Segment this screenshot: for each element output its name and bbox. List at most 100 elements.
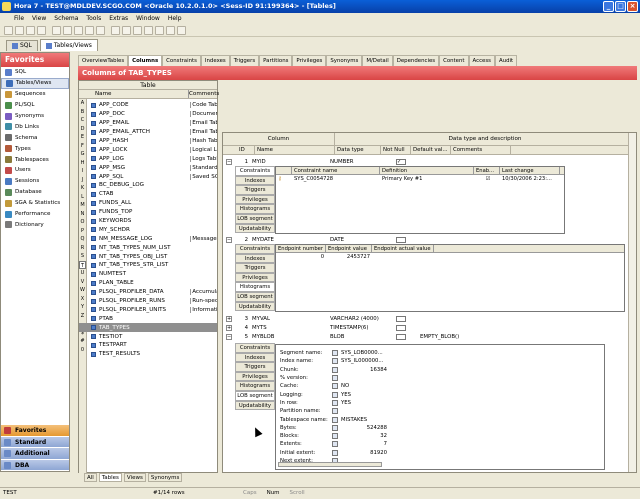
constraints-header[interactable]: Definition xyxy=(380,167,474,174)
horizontal-scrollbar[interactable] xyxy=(278,462,382,467)
table-row[interactable]: PLSQL_PROFILER_UNITS Information xyxy=(79,305,217,314)
tab-columns[interactable]: Columns xyxy=(128,55,163,66)
detail-tab-indexes[interactable]: Indexes xyxy=(235,253,275,264)
table-row[interactable]: TESTIOT xyxy=(79,332,217,341)
not-null-checkbox[interactable] xyxy=(396,236,406,243)
dropdown-icon[interactable] xyxy=(332,358,338,365)
dropdown-icon[interactable] xyxy=(332,399,338,406)
sidebar-item-users[interactable]: Users xyxy=(1,165,69,176)
dropdown-icon[interactable] xyxy=(332,383,338,390)
tab-indexes[interactable]: Indexes xyxy=(200,55,230,66)
menu-item-schema[interactable]: Schema xyxy=(54,15,78,22)
toolbar-button[interactable] xyxy=(52,25,61,35)
detail-tab-triggers[interactable]: Triggers xyxy=(235,263,275,273)
tab-m-detail[interactable]: M/Detail xyxy=(362,55,393,66)
name-column-header[interactable]: Name xyxy=(95,90,188,98)
not-null-checkbox[interactable] xyxy=(396,324,406,331)
table-row[interactable]: PLSQL_PROFILER_RUNS Run-specif xyxy=(79,297,217,306)
toolbar-button[interactable] xyxy=(96,25,105,35)
dropdown-icon[interactable] xyxy=(332,366,338,373)
filter-tab-views[interactable]: Views xyxy=(123,472,146,482)
dropdown-icon[interactable] xyxy=(332,416,338,423)
toolbar-button[interactable] xyxy=(144,25,153,35)
tab-content[interactable]: Content xyxy=(439,55,469,66)
table-row[interactable]: NT_TAB_TYPES_OBJ_LIST xyxy=(79,252,217,261)
table-row[interactable]: NUMTEST xyxy=(79,270,217,279)
menu-item-extras[interactable]: Extras xyxy=(109,15,128,22)
sidebar-item-db-links[interactable]: Db Links xyxy=(1,121,69,132)
detail-tab-constraints[interactable]: Constraints xyxy=(235,166,275,176)
sidebar-group-favorites[interactable]: Favorites xyxy=(1,424,69,436)
tab-dependencies[interactable]: Dependencies xyxy=(392,55,440,66)
grid-header-data-type[interactable]: Data type xyxy=(335,146,381,154)
table-row[interactable]: APP_LOG Logs Table xyxy=(79,154,217,163)
detail-tab-privileges[interactable]: Privileges xyxy=(235,272,275,283)
detail-tab-histograms[interactable]: Histograms xyxy=(235,204,275,214)
column-row[interactable]: −5 MYBLOB BLOB EMPTY_BLOB() xyxy=(223,332,523,341)
detail-tab-constraints[interactable]: Constraints xyxy=(235,343,275,353)
table-row[interactable]: APP_EMAIL Email Table xyxy=(79,119,217,128)
filter-tab-all[interactable]: All xyxy=(84,472,97,482)
table-row[interactable]: NT_TAB_TYPES_STR_LIST xyxy=(79,261,217,270)
enabled-checkbox[interactable]: ☑ xyxy=(474,175,500,183)
table-row[interactable]: APP_EMAIL_ATTCH Email Table xyxy=(79,128,217,137)
grid-header-not-null[interactable]: Not Null xyxy=(381,146,411,154)
table-row[interactable]: APP_DOC Document xyxy=(79,110,217,119)
menu-item-view[interactable]: View xyxy=(32,15,46,22)
sidebar-item-pl-sql[interactable]: PL/SQL xyxy=(1,100,69,111)
table-row[interactable]: CTAB xyxy=(79,190,217,199)
sidebar-item-sequences[interactable]: Sequences xyxy=(1,89,69,100)
grid-header-id[interactable]: ID xyxy=(237,146,255,154)
table-row[interactable]: APP_HASH Hash Table xyxy=(79,137,217,146)
not-null-checkbox[interactable]: ✓ xyxy=(396,158,406,165)
sidebar-item-sql[interactable]: SQL xyxy=(1,67,69,78)
doc-tab-sql[interactable]: SQL xyxy=(6,40,38,51)
sidebar-item-types[interactable]: Types xyxy=(1,143,69,154)
menu-item-window[interactable]: Window xyxy=(136,15,160,22)
detail-tab-constraints[interactable]: Constraints xyxy=(235,244,275,254)
detail-tab-histograms[interactable]: Histograms xyxy=(235,381,275,391)
grid-header-default-val-[interactable]: Default val... xyxy=(411,146,451,154)
constraints-row[interactable]: ⚷ SYS_C0054728 Primary Key #1 ☑ 10/30/2006 2… xyxy=(276,175,564,183)
toolbar-button[interactable] xyxy=(74,25,83,35)
histogram-header[interactable]: Endpoint actual value xyxy=(372,245,434,252)
tab-constraints[interactable]: Constraints xyxy=(162,55,201,66)
table-row[interactable]: TEST_RESULTS xyxy=(79,350,217,359)
detail-tab-indexes[interactable]: Indexes xyxy=(235,175,275,186)
table-row[interactable]: FUNDS_TOP xyxy=(79,208,217,217)
menu-item-file[interactable]: File xyxy=(14,15,24,22)
detail-tab-histograms[interactable]: Histograms xyxy=(235,282,275,292)
dropdown-icon[interactable] xyxy=(332,350,338,357)
tab-partitions[interactable]: Partitions xyxy=(259,55,293,66)
table-row[interactable]: APP_MSG Standard M xyxy=(79,163,217,172)
table-row[interactable]: MY_SCHDR xyxy=(79,225,217,234)
toolbar-button[interactable] xyxy=(4,25,13,35)
tab-privileges[interactable]: Privileges xyxy=(292,55,327,66)
sidebar-group-dba[interactable]: DBA xyxy=(1,458,69,470)
detail-tab-lob-segment[interactable]: LOB segment xyxy=(235,291,275,302)
column-row[interactable]: +3 MYVAL VARCHAR2 (4000) xyxy=(223,314,523,323)
table-row[interactable]: NM_MESSAGE_LOG Message L xyxy=(79,234,217,243)
detail-tab-lob-segment[interactable]: LOB segment xyxy=(235,213,275,224)
tab-overviewtables[interactable]: OverviewTables xyxy=(78,55,129,66)
column-row[interactable]: +4 MYTS TIMESTAMP(6) xyxy=(223,323,523,332)
dropdown-icon[interactable] xyxy=(332,441,338,448)
table-row[interactable]: FUNDS_ALL xyxy=(79,199,217,208)
close-icon[interactable]: × xyxy=(627,1,638,12)
toolbar-button[interactable] xyxy=(37,25,46,35)
sidebar-item-schema[interactable]: Schema xyxy=(1,132,69,143)
toolbar-button[interactable] xyxy=(63,25,72,35)
toolbar-button[interactable] xyxy=(26,25,35,35)
column-row[interactable]: −1 MYID NUMBER ✓ xyxy=(223,157,523,166)
histogram-header[interactable]: Endpoint number xyxy=(276,245,326,252)
constraints-header[interactable]: Constraint name xyxy=(292,167,380,174)
detail-tab-updatability[interactable]: Updatability xyxy=(235,223,275,234)
sidebar-group-additional[interactable]: Additional xyxy=(1,447,69,459)
detail-tab-privileges[interactable]: Privileges xyxy=(235,371,275,382)
maximize-icon[interactable]: □ xyxy=(615,1,626,12)
tab-audit[interactable]: Audit xyxy=(495,55,518,66)
menu-item-tools[interactable]: Tools xyxy=(86,15,101,22)
detail-tab-updatability[interactable]: Updatability xyxy=(235,301,275,312)
detail-tab-lob-segment[interactable]: LOB segment xyxy=(235,390,275,401)
constraints-header[interactable]: Enab... xyxy=(474,167,500,174)
